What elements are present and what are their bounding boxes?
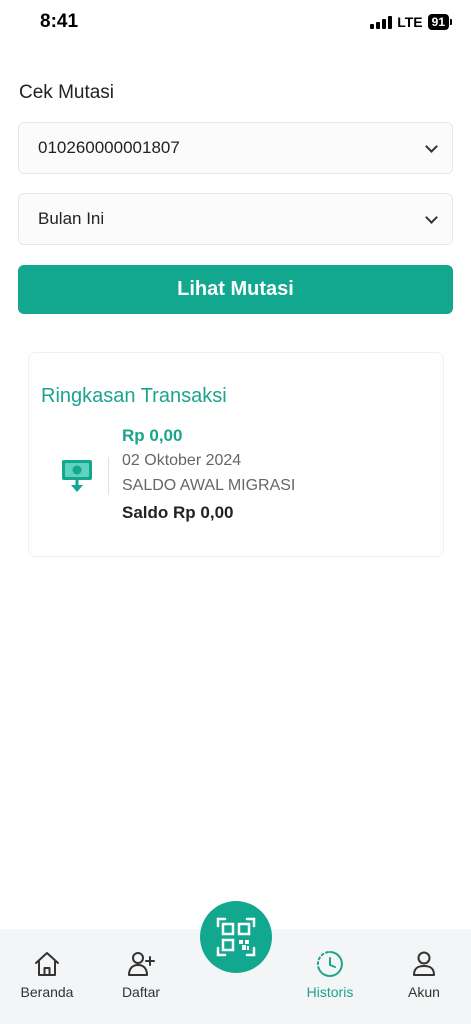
transaction-description: SALDO AWAL MIGRASI xyxy=(122,477,296,494)
period-select[interactable]: Bulan Ini xyxy=(18,193,453,245)
account-select[interactable]: 010260000001807 xyxy=(18,122,453,174)
nav-label-daftar: Daftar xyxy=(121,984,161,1000)
nav-item-historis[interactable]: Historis xyxy=(290,949,370,1000)
view-mutation-button[interactable]: Lihat Mutasi xyxy=(18,265,453,314)
history-icon xyxy=(316,950,343,977)
transaction-amount: Rp 0,00 xyxy=(122,426,183,445)
nav-item-beranda[interactable]: Beranda xyxy=(7,949,87,1000)
transaction-date: 02 Oktober 2024 xyxy=(122,452,242,469)
status-time: 8:41 xyxy=(40,11,79,32)
network-type: LTE xyxy=(397,14,423,30)
nav-label-historis: Historis xyxy=(306,984,354,1000)
cash-in-icon xyxy=(62,460,92,492)
summary-title: Ringkasan Transaksi xyxy=(41,385,227,407)
signal-icon xyxy=(370,15,393,29)
transaction-balance: Saldo Rp 0,00 xyxy=(122,503,234,522)
chevron-down-icon xyxy=(425,210,438,224)
battery-icon: 91 xyxy=(427,14,453,30)
user-icon xyxy=(413,951,435,976)
nav-item-daftar[interactable]: Daftar xyxy=(101,949,181,1000)
nav-label-akun: Akun xyxy=(408,984,440,1000)
transaction-summary-card: Ringkasan Transaksi Rp 0,00 02 Oktober 2… xyxy=(28,352,444,557)
account-select-value: 010260000001807 xyxy=(38,138,180,157)
home-icon xyxy=(35,952,59,976)
status-indicators: LTE 91 xyxy=(370,14,453,30)
period-select-value: Bulan Ini xyxy=(38,209,105,228)
add-user-icon xyxy=(128,952,155,976)
nav-item-akun[interactable]: Akun xyxy=(384,949,464,1000)
chevron-down-icon xyxy=(425,139,438,153)
qr-code-icon xyxy=(216,917,256,957)
status-bar: 8:41 LTE 91 xyxy=(0,0,471,44)
page-title: Cek Mutasi xyxy=(19,82,115,103)
nav-label-beranda: Beranda xyxy=(20,984,74,1000)
transaction-divider xyxy=(108,457,109,495)
qr-scan-button[interactable] xyxy=(200,901,272,973)
